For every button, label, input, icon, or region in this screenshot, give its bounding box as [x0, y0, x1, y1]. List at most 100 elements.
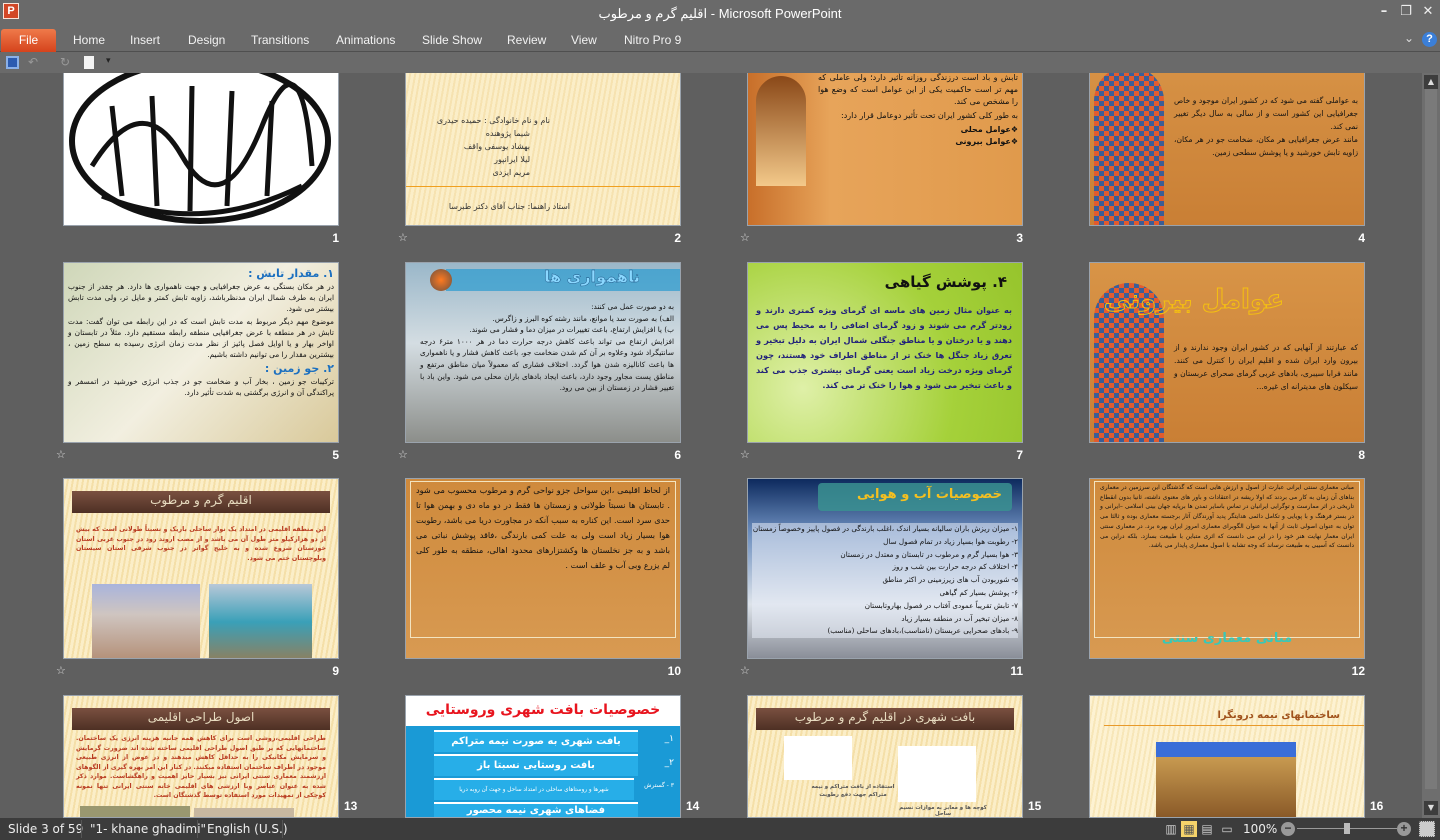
- tab-slide-show[interactable]: Slide Show: [422, 33, 482, 47]
- divider: [406, 186, 680, 187]
- paragraph: ❖عوامل محلی: [818, 124, 1018, 136]
- scroll-up-icon[interactable]: ▲: [1424, 75, 1438, 89]
- tab-home[interactable]: Home: [73, 33, 105, 47]
- restore-icon[interactable]: ❐: [1396, 4, 1416, 22]
- photo: [194, 808, 294, 818]
- slide-title: خصوصیات بافت شهری وروستایی: [406, 702, 680, 718]
- slide-thumbnail[interactable]: مبانی معماری سنتیمبانی معماری سنتی ایران…: [1089, 478, 1365, 659]
- slide-thumbnail[interactable]: ساختمانهای نیمه درونگرا: [1089, 695, 1365, 818]
- paragraph: به عنوان مثال زمین های ماسه ای گرمای ویژ…: [756, 303, 1012, 393]
- paragraph: مانند عرض جغرافیایی هر مکان، ضخامت جو در…: [1174, 133, 1358, 159]
- slide-number: 14: [686, 799, 699, 813]
- slide-title: بافت شهری در اقلیم گرم و مرطوب: [756, 710, 1014, 724]
- divider: [197, 820, 198, 838]
- minimize-ribbon-chevron-icon[interactable]: ⌄: [1404, 31, 1414, 45]
- transition-star-icon[interactable]: ☆: [740, 664, 750, 677]
- help-icon[interactable]: ?: [1422, 32, 1437, 47]
- zoom-slider-handle[interactable]: [1344, 823, 1350, 834]
- paragraph: در هر مکان بستگی به عرض جغرافیایی و جهت …: [68, 281, 334, 314]
- paragraph: افزایش ارتفاع می تواند باعث کاهش درجه حر…: [420, 336, 674, 394]
- row-label: ۳ - گسترش: [644, 782, 674, 789]
- slide-body: این منطقه اقلیمی در امتداد یک نوار ساحلی…: [76, 525, 326, 563]
- tab-view[interactable]: View: [571, 33, 597, 47]
- divider: [1104, 725, 1364, 726]
- slide-title: ساختمانهای نیمه درونگرا: [1217, 710, 1340, 721]
- transition-star-icon[interactable]: ☆: [398, 231, 408, 244]
- scroll-down-icon[interactable]: ▼: [1424, 801, 1438, 815]
- slide-number: 6: [651, 448, 681, 462]
- save-icon[interactable]: [6, 56, 19, 69]
- paragraph: موضوع مهم دیگر مربوط به مدت تابش است که …: [68, 316, 334, 360]
- slide-thumbnail[interactable]: اقلیم گرم و مرطوباین منطقه اقلیمی در امت…: [63, 478, 339, 659]
- slide-thumbnail[interactable]: اقلیم گرم و مرطوبنام و نام خانوادگی : حم…: [405, 73, 681, 226]
- vertical-scrollbar[interactable]: ▲ ▼: [1422, 73, 1440, 818]
- list-item: ۴- اختلاف کم درجه حرارت بین شب و روز: [752, 561, 1018, 574]
- slide-thumbnail[interactable]: ۴. پوشش گیاهیبه عنوان مثال زمین های ماسه…: [747, 262, 1023, 443]
- close-icon[interactable]: ✕: [1418, 4, 1438, 22]
- reading-view-icon[interactable]: ▤: [1199, 821, 1215, 837]
- slide-thumbnail[interactable]: از لحاظ اقلیمی ،این سواحل جزو نواحی گرم …: [405, 478, 681, 659]
- tab-file[interactable]: File: [1, 29, 56, 52]
- slide-body: که عبارتند از آنهایی که در کشور ایران وج…: [1174, 341, 1358, 393]
- transition-star-icon[interactable]: ☆: [56, 664, 66, 677]
- transition-star-icon[interactable]: ☆: [56, 448, 66, 461]
- fit-to-window-icon[interactable]: [1419, 821, 1435, 837]
- author-name: لیلا ایرانپور: [494, 155, 530, 164]
- tab-review[interactable]: Review: [507, 33, 546, 47]
- tab-animations[interactable]: Animations: [336, 33, 395, 47]
- slide-show-icon[interactable]: ▭: [1219, 821, 1235, 837]
- transition-star-icon[interactable]: ☆: [740, 231, 750, 244]
- minimize-icon[interactable]: –: [1374, 4, 1394, 22]
- slide-thumbnail[interactable]: عوامل محلیبه عواملی گفته می شود که در کش…: [1089, 73, 1365, 226]
- slide-title: خصوصیات آب و هوایی: [857, 487, 1002, 502]
- slide-body: طراحی اقلیمی،روشی است برای کاهش همه جانب…: [76, 734, 326, 801]
- slide-number: 11: [993, 664, 1023, 678]
- slide-body: ۱. مقدار تابش :در هر مکان بستگی به عرض ج…: [68, 267, 334, 398]
- author-name: مریم ایزدی: [493, 168, 530, 177]
- zoom-level[interactable]: 100%: [1243, 822, 1277, 836]
- list-item: ۷- تابش تقریباً عمودی آفتاب در فصول بهار…: [752, 600, 1018, 613]
- scrollbar-thumb[interactable]: [1425, 89, 1437, 789]
- window-title: اقلیم گرم و مرطوب - Microsoft PowerPoint: [0, 6, 1440, 22]
- row-box: فضاهای شهری نیمه محصور: [434, 802, 638, 818]
- slide-number: 10: [651, 664, 681, 678]
- slide-thumbnail[interactable]: یکی از عوامل مهم زندگی انسان آب و هوا اس…: [747, 73, 1023, 226]
- slide-thumbnail[interactable]: خصوصیات آب و هوایی ۱- میزان ریزش باران سا…: [747, 478, 1023, 659]
- transition-star-icon[interactable]: ☆: [398, 448, 408, 461]
- zoom-out-icon[interactable]: −: [1281, 822, 1295, 836]
- paragraph: از لحاظ اقلیمی ،این سواحل جزو نواحی گرم …: [416, 483, 670, 573]
- slide-thumbnail[interactable]: ناهمواری هابه دو صورت عمل می کنند:الف) ب…: [405, 262, 681, 443]
- slide-thumbnail[interactable]: [63, 73, 339, 226]
- slide-thumbnail[interactable]: اصول طراحی اقلیمی طراحی اقلیمی،روشی است ب…: [63, 695, 339, 818]
- customize-toolbar-icon[interactable]: ▾: [106, 56, 119, 69]
- slide-body: به عنوان مثال زمین های ماسه ای گرمای ویژ…: [756, 303, 1012, 393]
- tab-transitions[interactable]: Transitions: [251, 33, 309, 47]
- theme-name[interactable]: "1- khane ghadimi": [90, 822, 206, 836]
- paragraph: به طور کلی کشور ایران تحت تأثیر دوعامل ق…: [818, 110, 1018, 122]
- language[interactable]: English (U.S.): [207, 822, 288, 836]
- normal-view-icon[interactable]: ▥: [1163, 821, 1179, 837]
- slide-thumbnail[interactable]: بافت شهری در اقلیم گرم و مرطوباستفاده از…: [747, 695, 1023, 818]
- slide-title: اصول طراحی اقلیمی: [72, 710, 330, 724]
- coast-photo: [209, 584, 312, 659]
- list-item: ۹- بادهای صحرایی عربستان (نامناسب)،بادها…: [752, 625, 1018, 638]
- tab-design[interactable]: Design: [188, 33, 225, 47]
- undo-icon[interactable]: ↶: [28, 56, 41, 69]
- slide-thumbnail[interactable]: خصوصیات بافت شهری وروستایی۱_بافت شهری به…: [405, 695, 681, 818]
- list-item: ۱- میزان ریزش باران سالیانه بسیار اندک ،…: [752, 523, 1018, 536]
- tab-insert[interactable]: Insert: [130, 33, 160, 47]
- slide-thumbnail[interactable]: ۱. مقدار تابش :در هر مکان بستگی به عرض ج…: [63, 262, 339, 443]
- new-document-icon[interactable]: [84, 56, 94, 69]
- redo-icon[interactable]: ↻: [60, 56, 73, 69]
- row-box: بافت روستایی نسبتا باز: [434, 754, 638, 776]
- slide-thumbnail[interactable]: عوامل بیرونیکه عبارتند از آنهایی که در ک…: [1089, 262, 1365, 443]
- tab-nitro-pro[interactable]: Nitro Pro 9: [624, 33, 681, 47]
- slide-number: 3: [993, 231, 1023, 245]
- transition-star-icon[interactable]: ☆: [740, 448, 750, 461]
- diagram-image: [784, 736, 852, 780]
- slide-sorter-view-icon[interactable]: ▦: [1181, 821, 1197, 837]
- zoom-in-icon[interactable]: +: [1397, 822, 1411, 836]
- caption: کوچه ها و معابر به موازات نسیم ساحل: [893, 805, 993, 817]
- slide-body: از لحاظ اقلیمی ،این سواحل جزو نواحی گرم …: [416, 483, 670, 573]
- row-label: ۱_: [665, 734, 674, 744]
